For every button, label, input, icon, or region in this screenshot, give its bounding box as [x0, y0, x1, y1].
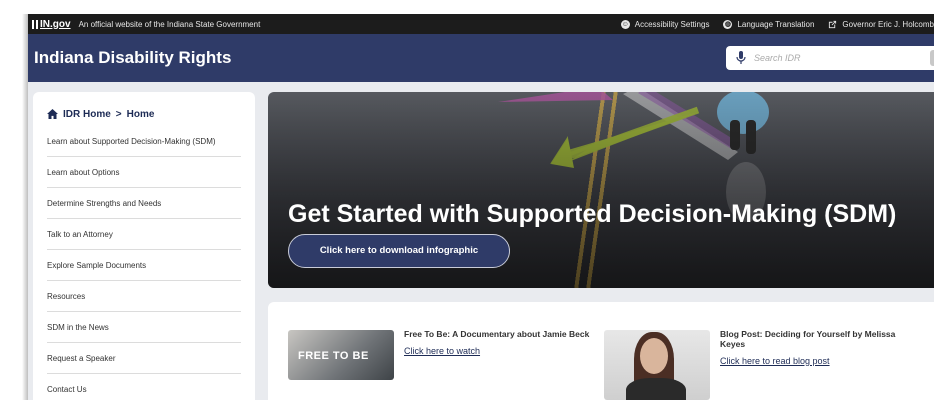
- home-icon: [47, 109, 58, 119]
- hero-title: Get Started with Supported Decision-Maki…: [288, 200, 897, 228]
- accessibility-icon: ☺: [620, 19, 630, 29]
- sidebar-item-sdm-news[interactable]: SDM in the News: [47, 312, 241, 343]
- documentary-card: FREE TO BE Free To Be: A Documentary abo…: [288, 329, 604, 380]
- blog-card: Blog Post: Deciding for Yourself by Meli…: [604, 329, 920, 400]
- breadcrumb-current: Home: [126, 108, 155, 120]
- sidebar-item-request-speaker[interactable]: Request a Speaker: [47, 343, 241, 374]
- featured-cards: FREE TO BE Free To Be: A Documentary abo…: [268, 302, 934, 400]
- search-submit-button[interactable]: ›: [930, 50, 934, 66]
- sidebar-nav: IDR Home > Home Learn about Supported De…: [33, 92, 255, 400]
- sidebar-item-sample-documents[interactable]: Explore Sample Documents: [47, 250, 241, 281]
- blog-title: Blog Post: Deciding for Yourself by Meli…: [720, 329, 896, 349]
- accessibility-settings-link[interactable]: ☺ Accessibility Settings: [620, 19, 709, 29]
- ingov-topbar: IN.gov An official website of the Indian…: [28, 14, 934, 34]
- read-blog-link[interactable]: Click here to read blog post: [720, 356, 920, 366]
- governor-link[interactable]: Governor Eric J. Holcomb: [828, 20, 934, 29]
- breadcrumb: IDR Home > Home: [47, 104, 241, 124]
- indiana-flag-icon: [32, 19, 38, 29]
- blog-author-photo[interactable]: [604, 330, 710, 400]
- topbar-links: ☺ Accessibility Settings ◍ Language Tran…: [607, 19, 934, 29]
- globe-icon: ◍: [723, 19, 733, 29]
- documentary-title: Free To Be: A Documentary about Jamie Be…: [404, 329, 590, 339]
- microphone-icon[interactable]: [736, 51, 746, 65]
- portrait-face: [640, 338, 668, 374]
- breadcrumb-root[interactable]: IDR Home: [63, 109, 111, 120]
- search-input[interactable]: [754, 53, 904, 63]
- portrait-body: [626, 378, 686, 400]
- watch-link[interactable]: Click here to watch: [404, 346, 604, 356]
- ingov-logo[interactable]: IN.gov: [32, 19, 71, 30]
- browser-page: IN.gov An official website of the Indian…: [28, 14, 934, 400]
- breadcrumb-separator: >: [115, 108, 122, 120]
- sidebar-item-supported-decision-making[interactable]: Learn about Supported Decision-Making (S…: [47, 126, 241, 157]
- thumbnail-caption: FREE TO BE: [298, 350, 369, 362]
- download-infographic-button[interactable]: Click here to download infographic: [288, 234, 510, 268]
- search-box: ›: [726, 46, 934, 70]
- sidebar-item-options[interactable]: Learn about Options: [47, 157, 241, 188]
- site-header: Indiana Disability Rights ›: [28, 34, 934, 82]
- sidebar-item-strengths-needs[interactable]: Determine Strengths and Needs: [47, 188, 241, 219]
- site-title[interactable]: Indiana Disability Rights: [34, 48, 231, 68]
- sidebar-item-resources[interactable]: Resources: [47, 281, 241, 312]
- blog-card-text: Blog Post: Deciding for Yourself by Meli…: [720, 329, 920, 400]
- language-translation-link[interactable]: ◍ Language Translation: [723, 19, 814, 29]
- external-link-icon: [829, 20, 837, 28]
- documentary-thumbnail[interactable]: FREE TO BE: [288, 330, 394, 380]
- sidebar-item-attorney[interactable]: Talk to an Attorney: [47, 219, 241, 250]
- official-notice: An official website of the Indiana State…: [78, 19, 261, 29]
- hero-banner: Get Started with Supported Decision-Maki…: [268, 92, 934, 288]
- documentary-card-text: Free To Be: A Documentary about Jamie Be…: [404, 329, 604, 380]
- sidebar-item-contact[interactable]: Contact Us: [47, 374, 241, 400]
